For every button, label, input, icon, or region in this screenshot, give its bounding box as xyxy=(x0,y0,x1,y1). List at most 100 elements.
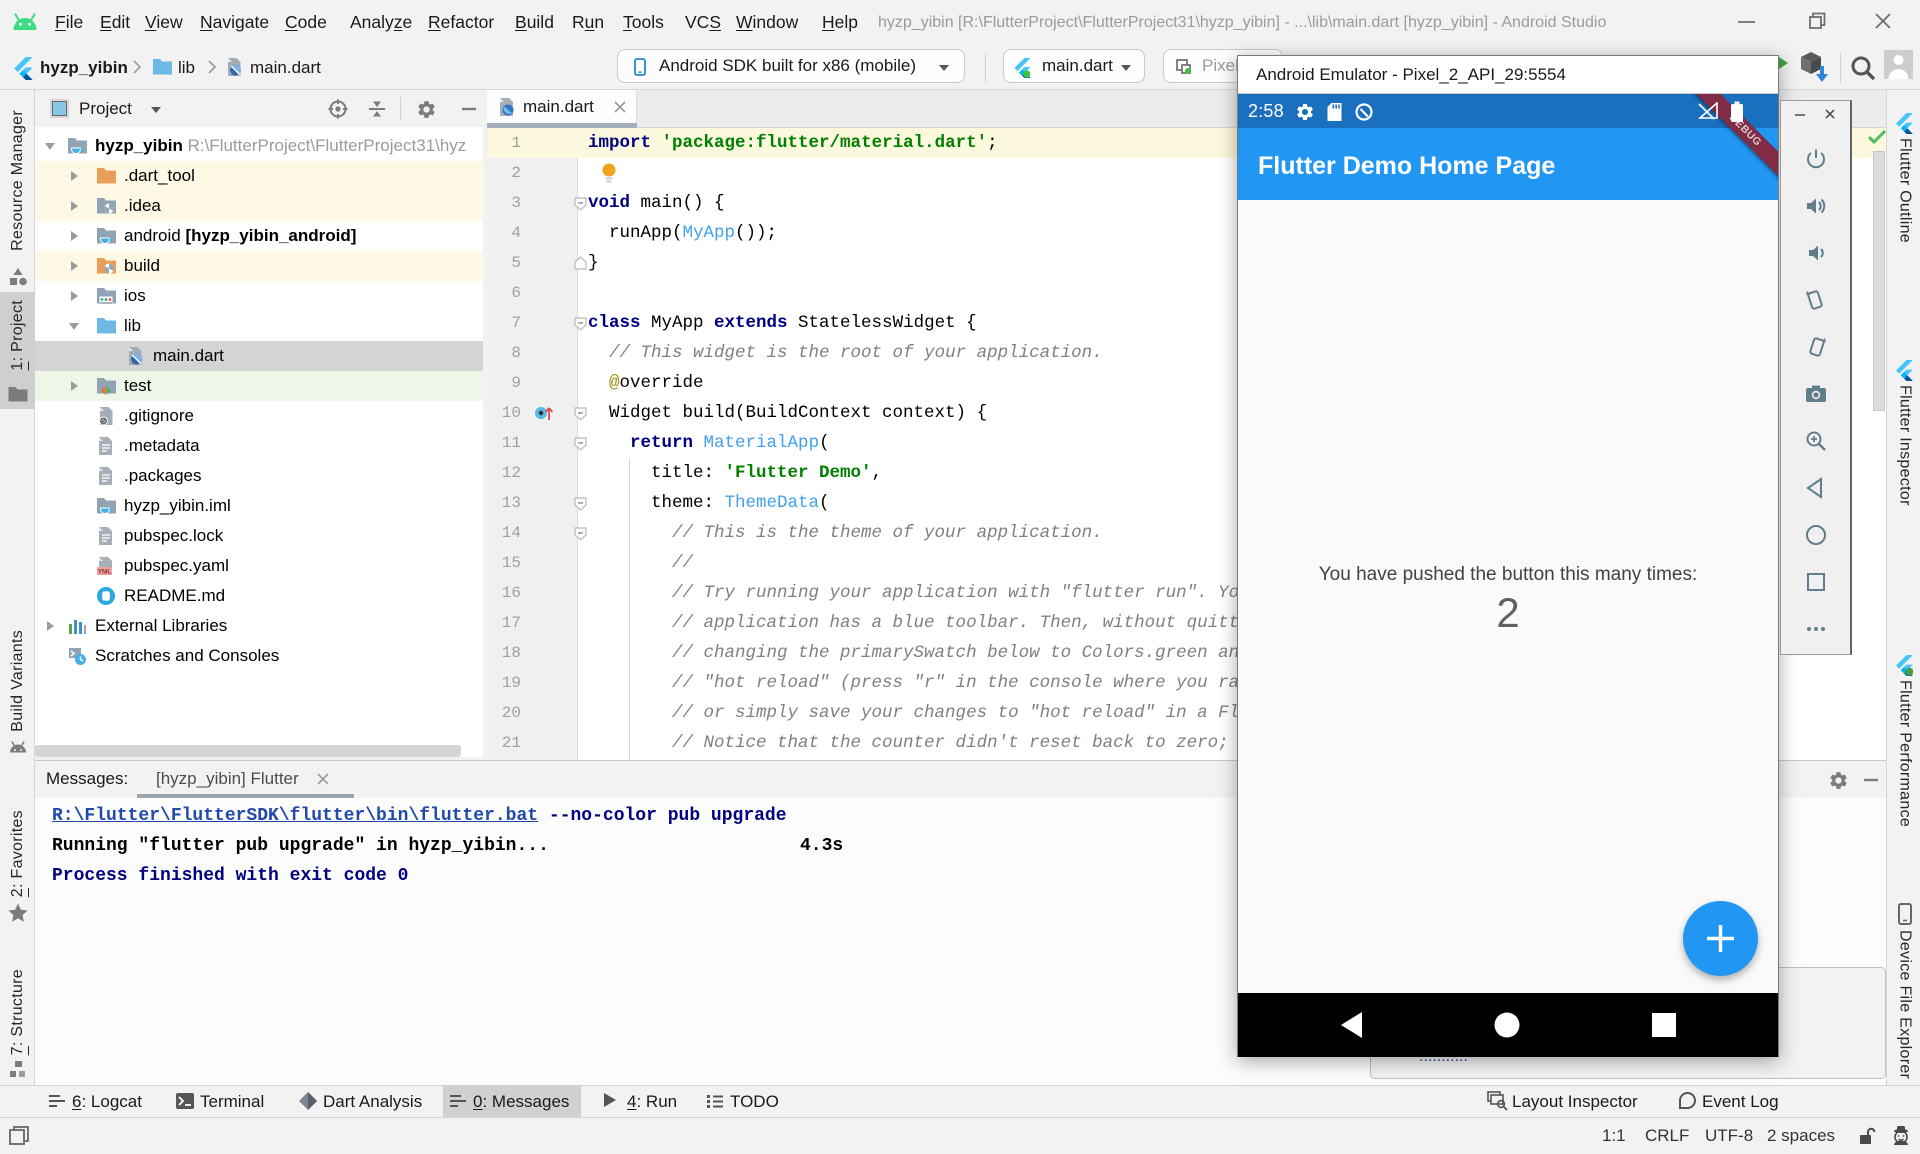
fold-end-icon[interactable] xyxy=(573,256,588,271)
toolwindow-layout-inspector[interactable]: Layout Inspector xyxy=(1482,1086,1650,1117)
toolwindow-todo[interactable]: TODO xyxy=(700,1086,791,1117)
nav-back-button[interactable] xyxy=(1338,1010,1366,1040)
tree-expand-icon[interactable] xyxy=(68,380,80,392)
hide-panel-button[interactable] xyxy=(1861,770,1881,790)
tree-row--packages[interactable]: .packages xyxy=(35,461,483,491)
tree-row-build[interactable]: build xyxy=(35,251,483,281)
tree-row-main-dart[interactable]: main.dart xyxy=(35,341,483,371)
tree-row-pubspec-yaml[interactable]: YMLpubspec.yaml xyxy=(35,551,483,581)
tree-row--metadata[interactable]: .metadata xyxy=(35,431,483,461)
status-crlf[interactable]: CRLF xyxy=(1645,1118,1689,1154)
toolwindow-terminal[interactable]: Terminal xyxy=(170,1086,276,1117)
menu-code[interactable]: Code xyxy=(285,0,327,45)
tree-collapse-icon[interactable] xyxy=(44,140,56,152)
tree-expand-icon[interactable] xyxy=(68,170,80,182)
tree-row-pubspec-lock[interactable]: pubspec.lock xyxy=(35,521,483,551)
zoom-icon[interactable] xyxy=(1804,429,1828,453)
fab-button[interactable] xyxy=(1683,901,1758,976)
locate-file-button[interactable] xyxy=(328,99,348,119)
menu-edit[interactable]: Edit xyxy=(100,0,130,45)
menu-vcs[interactable]: VCS xyxy=(685,0,721,45)
toolwindow-event-log[interactable]: Event Log xyxy=(1672,1086,1791,1117)
device-selector[interactable]: Android SDK built for x86 (mobile) xyxy=(617,49,965,83)
tree-row-external-libraries[interactable]: External Libraries xyxy=(35,611,483,641)
fold-marker-icon[interactable] xyxy=(573,316,588,331)
menu-file[interactable]: File xyxy=(55,0,83,45)
menu-tools[interactable]: Tools xyxy=(623,0,664,45)
close-button[interactable] xyxy=(1852,0,1912,45)
tree-collapse-icon[interactable] xyxy=(68,320,80,332)
console-line-1[interactable]: R:\Flutter\FlutterSDK\flutter\bin\flutte… xyxy=(52,801,787,831)
rotate-left-icon[interactable] xyxy=(1804,288,1828,312)
menu-refactor[interactable]: Refactor xyxy=(428,0,494,45)
more-icon[interactable] xyxy=(1804,617,1828,641)
tree-expand-icon[interactable] xyxy=(68,200,80,212)
toolwindow-6-logcat[interactable]: 6: Logcat xyxy=(42,1086,154,1117)
hide-panel-button[interactable] xyxy=(459,99,479,119)
fold-marker-icon[interactable] xyxy=(573,196,588,211)
status-1-1[interactable]: 1:1 xyxy=(1602,1118,1626,1154)
emulator-close-button[interactable] xyxy=(1823,107,1837,121)
stripe-device-file-explorer[interactable]: Device File Explorer xyxy=(1887,902,1920,1079)
tree-row-hyzp-yibin[interactable]: hyzp_yibin R:\FlutterProject\FlutterProj… xyxy=(35,131,483,161)
minimize-button[interactable] xyxy=(1716,0,1776,45)
menu-analyze[interactable]: Analyze xyxy=(350,0,412,45)
unlock-icon[interactable] xyxy=(1857,1126,1877,1146)
menu-run[interactable]: Run xyxy=(572,0,604,45)
tree-row-test[interactable]: test xyxy=(35,371,483,401)
tree-row-lib[interactable]: lib xyxy=(35,311,483,341)
tree-expand-icon[interactable] xyxy=(68,290,80,302)
home-icon[interactable] xyxy=(1804,523,1828,547)
stripe-flutter-inspector[interactable]: Flutter Inspector xyxy=(1887,360,1920,506)
fold-marker-icon[interactable] xyxy=(573,406,588,421)
tree-row-ios[interactable]: ios xyxy=(35,281,483,311)
stripe--structure[interactable]: 7: Structure xyxy=(0,961,35,1085)
menu-window[interactable]: Window xyxy=(736,0,798,45)
messages-tab[interactable]: [hyzp_yibin] Flutter xyxy=(137,761,318,797)
volume-up-icon[interactable] xyxy=(1804,194,1828,218)
power-icon[interactable] xyxy=(1804,147,1828,171)
tree-row--idea[interactable]: .idea xyxy=(35,191,483,221)
stripe--project[interactable]: 1: Project xyxy=(0,292,35,409)
tree-row-scratches-and-consoles[interactable]: Scratches and Consoles xyxy=(35,641,483,671)
project-view-selector[interactable]: Project xyxy=(79,90,132,127)
tool-window-switcher-icon[interactable] xyxy=(8,1124,32,1148)
tree-expand-icon[interactable] xyxy=(44,620,56,632)
maximize-button[interactable] xyxy=(1785,0,1845,45)
tree-row-android[interactable]: android [hyzp_yibin_android] xyxy=(35,221,483,251)
sdk-manager-button[interactable] xyxy=(1797,48,1831,86)
override-marker-icon[interactable] xyxy=(533,404,555,422)
horizontal-scrollbar[interactable] xyxy=(35,745,461,757)
bulb-icon[interactable] xyxy=(600,162,618,184)
tree-expand-icon[interactable] xyxy=(68,260,80,272)
tree-expand-icon[interactable] xyxy=(68,230,80,242)
emulator-minimize-button[interactable] xyxy=(1793,107,1807,121)
profile-avatar[interactable] xyxy=(1884,50,1913,79)
gear-icon[interactable] xyxy=(1828,770,1849,791)
breadcrumb-hyzp_yibin[interactable]: hyzp_yibin xyxy=(40,45,128,90)
toolwindow-4-run[interactable]: 4: Run xyxy=(597,1086,689,1117)
back-icon[interactable] xyxy=(1804,476,1828,500)
run-config-selector[interactable]: main.dart xyxy=(1003,49,1145,83)
rotate-right-icon[interactable] xyxy=(1804,335,1828,359)
nav-overview-button[interactable] xyxy=(1650,1011,1678,1039)
volume-down-icon[interactable] xyxy=(1804,241,1828,265)
editor-vertical-scrollbar[interactable] xyxy=(1873,151,1885,411)
status-utf-8[interactable]: UTF-8 xyxy=(1705,1118,1753,1154)
collapse-all-button[interactable] xyxy=(367,99,387,119)
toolwindow-0-messages[interactable]: 0: Messages xyxy=(443,1086,581,1117)
fold-marker-icon[interactable] xyxy=(573,526,588,541)
tree-row-hyzp-yibin-iml[interactable]: hyzp_yibin.iml xyxy=(35,491,483,521)
stripe-flutter-performance[interactable]: Flutter Performance xyxy=(1887,655,1920,827)
menu-navigate[interactable]: Navigate xyxy=(200,0,269,45)
tree-row--gitignore[interactable]: .gitignore xyxy=(35,401,483,431)
hector-inspector-icon[interactable] xyxy=(1890,1125,1912,1147)
stripe-build-variants[interactable]: Build Variants xyxy=(0,622,35,760)
camera-icon[interactable] xyxy=(1804,382,1828,406)
close-tab-icon[interactable] xyxy=(614,101,626,113)
breadcrumb-lib[interactable]: lib xyxy=(178,45,195,90)
stripe-flutter-outline[interactable]: Flutter Outline xyxy=(1887,113,1920,243)
gear-icon[interactable] xyxy=(416,99,437,120)
emulator-title-bar[interactable]: Android Emulator - Pixel_2_API_29:5554 xyxy=(1238,56,1778,94)
search-everywhere-button[interactable] xyxy=(1848,53,1878,83)
